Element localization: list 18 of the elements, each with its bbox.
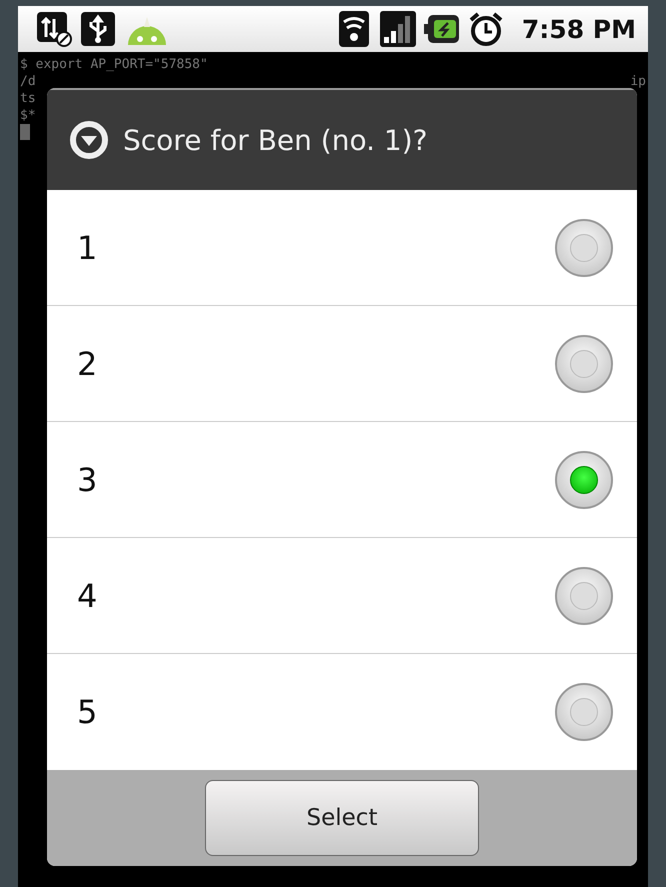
terminal-text: /d	[20, 73, 36, 90]
dropdown-circle-icon	[69, 120, 109, 160]
terminal-text: $ export AP_PORT="57858"	[20, 56, 208, 73]
terminal-text: ip	[630, 73, 646, 90]
alarm-clock-icon	[468, 11, 504, 47]
option-label[interactable]: 2	[77, 344, 98, 382]
terminal-text: ts	[20, 90, 36, 107]
select-button[interactable]: Select	[205, 780, 479, 856]
usb-icon	[80, 11, 116, 47]
clock-time: 7:58 PM	[522, 14, 636, 44]
usb-debug-icon	[36, 11, 72, 47]
option-label[interactable]: 3	[77, 460, 98, 498]
option-label[interactable]: 1	[77, 228, 98, 266]
option-label[interactable]: 4	[77, 576, 98, 614]
option-label[interactable]: 5	[77, 693, 98, 731]
terminal-text: $*	[20, 107, 36, 124]
dialog-title: Score for Ben (no. 1)?	[123, 124, 428, 156]
signal-icon	[380, 11, 416, 47]
